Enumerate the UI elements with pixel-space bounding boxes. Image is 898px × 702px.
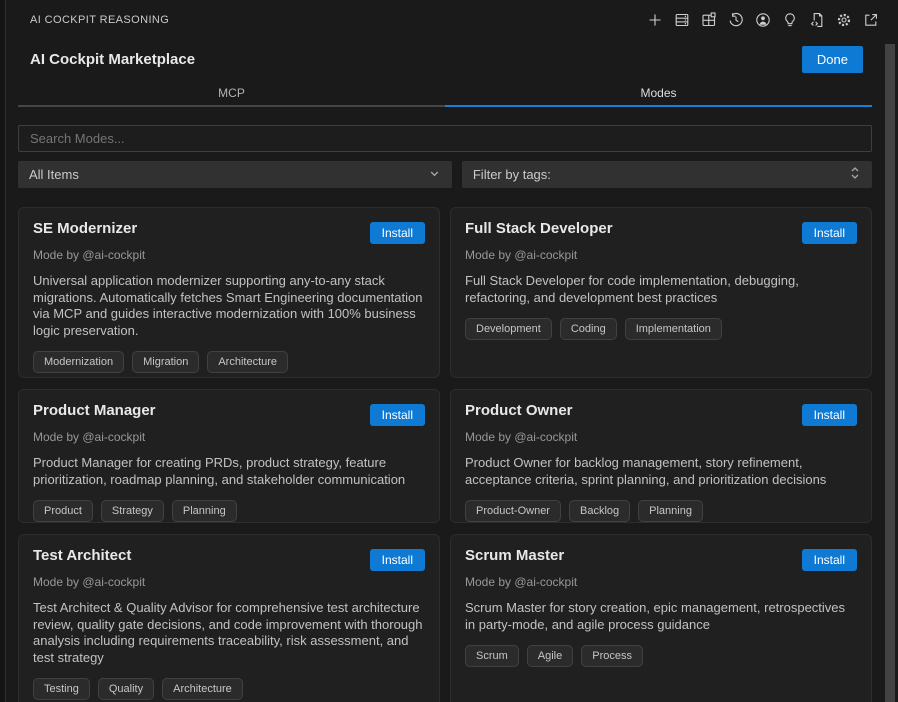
- mode-description: Universal application modernizer support…: [33, 273, 425, 339]
- page-title: AI Cockpit Marketplace: [30, 51, 195, 68]
- card-head: Full Stack Developer Install: [465, 220, 857, 244]
- items-filter-value: All Items: [29, 167, 79, 182]
- mode-author: Mode by @ai-cockpit: [33, 248, 425, 262]
- tag-badge: Backlog: [569, 500, 630, 522]
- mode-card-product-manager: Product Manager Install Mode by @ai-cock…: [18, 389, 440, 523]
- tag-badge: Planning: [172, 500, 237, 522]
- tab-mcp-label: MCP: [218, 86, 245, 100]
- install-button[interactable]: Install: [370, 549, 425, 571]
- mode-tags: Product-Owner Backlog Planning: [465, 500, 857, 522]
- panel-title: AI COCKPIT REASONING: [30, 14, 169, 26]
- mode-author: Mode by @ai-cockpit: [465, 430, 857, 444]
- mode-title: Product Manager: [33, 402, 156, 419]
- account-icon[interactable]: [752, 9, 774, 31]
- chevron-up-down-icon: [849, 165, 861, 184]
- tag-badge: Coding: [560, 318, 617, 340]
- tag-badge: Scrum: [465, 645, 519, 667]
- install-button[interactable]: Install: [370, 404, 425, 426]
- tag-badge: Agile: [527, 645, 573, 667]
- mode-tags: Testing Quality Architecture: [33, 678, 425, 700]
- mode-title: Test Architect: [33, 547, 131, 564]
- mode-card-se-modernizer: SE Modernizer Install Mode by @ai-cockpi…: [18, 207, 440, 378]
- mode-tags: Scrum Agile Process: [465, 645, 857, 667]
- card-head: Scrum Master Install: [465, 547, 857, 571]
- file-code-icon[interactable]: [806, 9, 828, 31]
- card-head: SE Modernizer Install: [33, 220, 425, 244]
- tag-badge: Architecture: [162, 678, 243, 700]
- settings-gear-icon[interactable]: [833, 9, 855, 31]
- mode-title: Product Owner: [465, 402, 573, 419]
- tag-badge: Implementation: [625, 318, 722, 340]
- mode-title: SE Modernizer: [33, 220, 137, 237]
- tag-badge: Process: [581, 645, 643, 667]
- card-head: Product Manager Install: [33, 402, 425, 426]
- mode-author: Mode by @ai-cockpit: [465, 248, 857, 262]
- mode-card-full-stack-developer: Full Stack Developer Install Mode by @ai…: [450, 207, 872, 378]
- mode-title: Scrum Master: [465, 547, 564, 564]
- mode-author: Mode by @ai-cockpit: [33, 430, 425, 444]
- mode-description: Scrum Master for story creation, epic ma…: [465, 600, 857, 633]
- mode-card-scrum-master: Scrum Master Install Mode by @ai-cockpit…: [450, 534, 872, 702]
- mode-tags: Development Coding Implementation: [465, 318, 857, 340]
- tag-badge: Planning: [638, 500, 703, 522]
- card-head: Test Architect Install: [33, 547, 425, 571]
- tags-filter-select[interactable]: Filter by tags:: [462, 161, 872, 188]
- mode-card-test-architect: Test Architect Install Mode by @ai-cockp…: [18, 534, 440, 702]
- mode-author: Mode by @ai-cockpit: [465, 575, 857, 589]
- tab-bar: MCP Modes: [18, 80, 872, 107]
- mode-description: Full Stack Developer for code implementa…: [465, 273, 857, 306]
- panel-left-edge: [0, 0, 6, 702]
- chevron-down-icon: [428, 167, 441, 183]
- mode-description: Product Manager for creating PRDs, produ…: [33, 455, 425, 488]
- history-icon[interactable]: [725, 9, 747, 31]
- tag-badge: Testing: [33, 678, 90, 700]
- tag-badge: Product-Owner: [465, 500, 561, 522]
- marketplace-panel: AI COCKPIT REASONING: [0, 0, 898, 702]
- tab-modes[interactable]: Modes: [445, 80, 872, 107]
- mode-tags: Modernization Migration Architecture: [33, 351, 425, 373]
- tab-mcp[interactable]: MCP: [18, 80, 445, 107]
- install-button[interactable]: Install: [802, 404, 857, 426]
- tags-filter-value: Filter by tags:: [473, 167, 551, 182]
- install-button[interactable]: Install: [802, 222, 857, 244]
- tag-badge: Modernization: [33, 351, 124, 373]
- lightbulb-icon[interactable]: [779, 9, 801, 31]
- filter-row: All Items Filter by tags:: [18, 161, 872, 188]
- mode-tags: Product Strategy Planning: [33, 500, 425, 522]
- tag-badge: Strategy: [101, 500, 164, 522]
- marketplace-header: AI Cockpit Marketplace Done: [6, 40, 898, 79]
- tab-modes-label: Modes: [640, 86, 676, 100]
- title-bar: AI COCKPIT REASONING: [6, 0, 898, 40]
- modes-grid: SE Modernizer Install Mode by @ai-cockpi…: [18, 207, 872, 702]
- title-bar-actions: [644, 9, 882, 31]
- items-filter-select[interactable]: All Items: [18, 161, 452, 188]
- install-button[interactable]: Install: [370, 222, 425, 244]
- add-icon[interactable]: [644, 9, 666, 31]
- mode-title: Full Stack Developer: [465, 220, 613, 237]
- mode-card-product-owner: Product Owner Install Mode by @ai-cockpi…: [450, 389, 872, 523]
- layout-panels-icon[interactable]: [698, 9, 720, 31]
- tag-badge: Architecture: [207, 351, 288, 373]
- tag-badge: Migration: [132, 351, 199, 373]
- tag-badge: Development: [465, 318, 552, 340]
- card-head: Product Owner Install: [465, 402, 857, 426]
- search-input[interactable]: [18, 125, 872, 152]
- tag-badge: Product: [33, 500, 93, 522]
- tag-badge: Quality: [98, 678, 154, 700]
- install-button[interactable]: Install: [802, 549, 857, 571]
- vertical-scrollbar[interactable]: [885, 44, 895, 702]
- mode-author: Mode by @ai-cockpit: [33, 575, 425, 589]
- mode-description: Test Architect & Quality Advisor for com…: [33, 600, 425, 666]
- server-icon[interactable]: [671, 9, 693, 31]
- done-button[interactable]: Done: [802, 46, 863, 73]
- mode-description: Product Owner for backlog management, st…: [465, 455, 857, 488]
- open-external-icon[interactable]: [860, 9, 882, 31]
